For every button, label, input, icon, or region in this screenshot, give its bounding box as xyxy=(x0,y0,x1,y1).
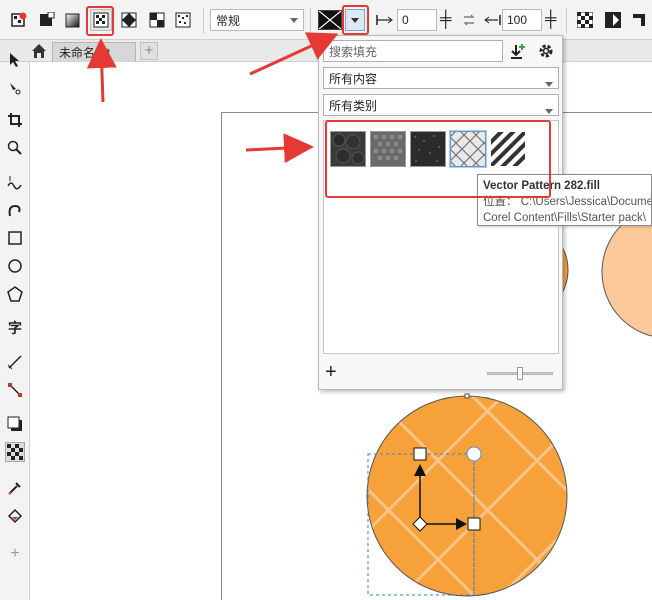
annotation-arrows xyxy=(86,32,339,164)
arrow-to-swatches xyxy=(245,133,314,164)
arrow-up-to-pattern-button xyxy=(86,38,117,103)
arrow-to-dropdown xyxy=(249,32,339,76)
